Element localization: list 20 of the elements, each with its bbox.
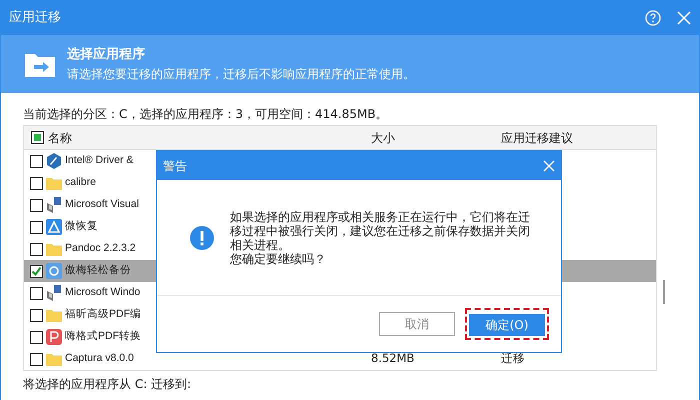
header-title: 选择应用程序 bbox=[67, 46, 146, 64]
app-name: Microsoft Windo bbox=[65, 285, 140, 300]
dialog-title: 警告 bbox=[163, 158, 187, 174]
app-name: Microsoft Visual bbox=[65, 197, 139, 212]
dialog-message: 如果选择的应用程序或相关服务正在运行中，它们将在迁移过程中被强行关闭，建议您在迁移之前保存数据并关闭相关进程。 bbox=[230, 210, 531, 252]
app-name: Captura v8.0.0 bbox=[65, 351, 134, 366]
footer-text: 将选择的应用程序从 C: 迁移到: bbox=[23, 376, 192, 393]
size-cell-text: 8.52MB bbox=[371, 350, 416, 368]
header-subtitle: 请选择您要迁移的应用程序，迁移后不影响应用程序的正常使用。 bbox=[67, 66, 415, 83]
app-name: Pandoc 2.2.3.2 bbox=[65, 241, 136, 256]
app-name: 傲梅轻松备份 bbox=[65, 263, 131, 278]
dialog-question: 您确定要继续吗？ bbox=[230, 252, 327, 266]
app-name: calibre bbox=[65, 175, 96, 190]
advice-cell-text: 迁移 bbox=[501, 350, 525, 368]
app-name: Intel® Driver & bbox=[65, 153, 134, 168]
window-title: 应用迁移 bbox=[9, 8, 61, 27]
app-name: 微恢复 bbox=[65, 219, 98, 234]
app-name: 嗨格式PDF转换 bbox=[65, 329, 141, 344]
app-name: 福昕高级PDF编 bbox=[65, 307, 141, 322]
info-text: 当前选择的分区：C，选择的应用程序：3，可用空间：414.85MB。 bbox=[23, 106, 389, 123]
